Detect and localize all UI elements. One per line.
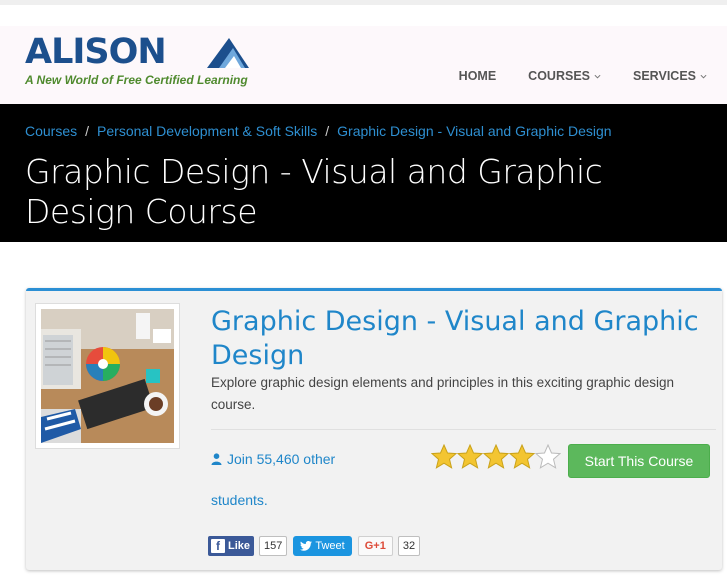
course-thumbnail-image	[41, 309, 174, 443]
breadcrumb-courses[interactable]: Courses	[25, 123, 77, 139]
nav-services[interactable]: SERVICES	[633, 69, 707, 83]
logo-triangle-icon	[207, 38, 249, 68]
facebook-like-count: 157	[259, 536, 288, 556]
breadcrumb-separator: /	[325, 123, 330, 139]
logo-wordmark: ALISON	[25, 32, 167, 72]
facebook-icon: f	[211, 539, 225, 553]
nav-courses-label: COURSES	[528, 69, 590, 83]
nav-services-label: SERVICES	[633, 69, 696, 83]
twitter-bird-icon	[300, 541, 313, 551]
nav-home-label: HOME	[458, 69, 497, 83]
star-empty-icon	[535, 444, 561, 469]
start-course-button[interactable]: Start This Course	[568, 444, 710, 478]
join-students-text[interactable]: students.	[211, 492, 268, 508]
breadcrumb-category[interactable]: Personal Development & Soft Skills	[97, 123, 317, 139]
social-share-bar: f Like 157 Tweet G+1 32	[208, 536, 421, 556]
top-strip	[0, 0, 727, 5]
google-plus-count: 32	[397, 536, 421, 556]
tweet-label: Tweet	[315, 540, 345, 552]
star-filled-icon	[509, 444, 535, 469]
star-filled-icon	[457, 444, 483, 469]
alison-logo[interactable]: ALISON A New World of Free Certified Lea…	[25, 32, 265, 87]
join-students-link[interactable]: Join 55,460 other	[211, 451, 335, 467]
facebook-like-button[interactable]: f Like	[208, 536, 255, 556]
breadcrumb-separator: /	[85, 123, 90, 139]
rating-stars	[431, 444, 561, 470]
nav-home[interactable]: HOME	[459, 69, 497, 83]
breadcrumb-current[interactable]: Graphic Design - Visual and Graphic Desi…	[337, 123, 611, 139]
chevron-down-icon	[700, 74, 707, 79]
breadcrumb: Courses / Personal Development & Soft Sk…	[25, 123, 612, 139]
page-title: Graphic Design - Visual and Graphic Desi…	[25, 152, 603, 231]
chevron-down-icon	[594, 74, 601, 79]
user-icon	[211, 453, 222, 465]
course-thumbnail[interactable]	[35, 303, 180, 449]
course-card: Graphic Design - Visual and Graphic Desi…	[26, 288, 722, 570]
logo-tagline: A New World of Free Certified Learning	[25, 73, 248, 87]
title-banner: Courses / Personal Development & Soft Sk…	[0, 104, 727, 242]
divider	[211, 429, 716, 430]
course-title[interactable]: Graphic Design - Visual and Graphic Desi…	[211, 305, 716, 373]
facebook-like-label: Like	[228, 540, 251, 552]
star-filled-icon	[483, 444, 509, 469]
site-header: ALISON A New World of Free Certified Lea…	[0, 26, 727, 104]
nav-courses[interactable]: COURSES	[528, 69, 601, 83]
course-description: Explore graphic design elements and prin…	[211, 375, 675, 412]
join-text: Join 55,460 other	[227, 451, 336, 467]
star-filled-icon	[431, 444, 457, 469]
main-nav: HOME COURSES SERVICES	[459, 69, 707, 83]
google-plus-button[interactable]: G+1	[357, 536, 393, 556]
tweet-button[interactable]: Tweet	[293, 536, 352, 556]
